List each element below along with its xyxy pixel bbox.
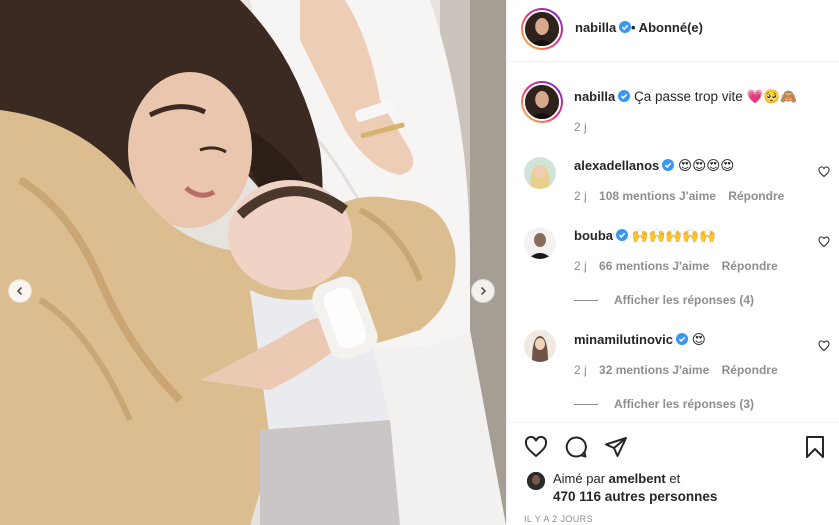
comment-avatar-alexadellanos[interactable] (524, 157, 556, 189)
comment-likes[interactable]: 32 mentions J'aime (599, 363, 709, 377)
bookmark-icon (806, 436, 824, 458)
liked-by-user[interactable]: amelbent (609, 471, 666, 486)
liked-by-prefix: Aimé par (553, 471, 606, 486)
comment-meta: 2 j 108 mentions J'aime Répondre (574, 189, 793, 203)
comment-username[interactable]: bouba (574, 228, 613, 243)
comment-meta: 2 j 66 mentions J'aime Répondre (574, 259, 787, 273)
comment-avatar-bouba[interactable] (524, 227, 556, 259)
post-actions: Aimé par amelbent et 470 116 autres pers… (507, 422, 839, 525)
comment-username[interactable]: alexadellanos (574, 158, 659, 173)
reply-button[interactable]: Répondre (728, 189, 784, 203)
comment-minamilutinovic: minamilutinovic 😍 (574, 332, 706, 348)
replies-divider (574, 404, 598, 406)
comment-alexadellanos: alexadellanos 😍😍😍😍 (574, 158, 734, 174)
post-side-panel: nabilla • Abonné(e) nabilla Ça passe tro… (506, 0, 839, 525)
comment-time[interactable]: 2 j (574, 189, 587, 203)
comment-like-heart-icon[interactable] (818, 340, 830, 352)
comment-button[interactable] (564, 435, 588, 459)
comment-likes[interactable]: 108 mentions J'aime (599, 189, 716, 203)
chevron-left-icon (16, 286, 23, 296)
comment-time[interactable]: 2 j (574, 259, 587, 273)
like-button[interactable] (524, 435, 548, 459)
comment-bouba: bouba 🙌🙌🙌🙌🙌 (574, 228, 716, 244)
share-button[interactable] (604, 435, 628, 459)
caption: nabilla Ça passe trop vite 💗🥺🙈 (574, 89, 797, 105)
follow-status[interactable]: • Abonné(e) (631, 20, 703, 35)
save-button[interactable] (803, 435, 827, 459)
comment-text: 🙌🙌🙌🙌🙌 (631, 228, 716, 244)
reply-button[interactable]: Répondre (722, 259, 778, 273)
comment-like-heart-icon[interactable] (818, 236, 830, 248)
caption-time[interactable]: 2 j (574, 120, 587, 134)
author-username-row: nabilla (575, 20, 632, 35)
comment-username[interactable]: minamilutinovic (574, 332, 673, 347)
view-replies-button[interactable]: Afficher les réponses (3) (574, 397, 754, 411)
post-timestamp[interactable]: IL Y A 2 JOURS (524, 514, 593, 524)
chevron-right-icon (480, 286, 487, 296)
reply-button[interactable]: Répondre (722, 363, 778, 377)
liker-avatar[interactable] (527, 472, 545, 490)
comment-icon (565, 436, 587, 458)
verified-badge-icon (619, 21, 632, 33)
comment-text: 😍 (691, 332, 706, 348)
heart-icon (524, 435, 548, 458)
comment-likes[interactable]: 66 mentions J'aime (599, 259, 709, 273)
carousel-prev-button[interactable] (8, 279, 32, 303)
liked-by-connector: et (669, 471, 681, 486)
verified-badge-icon (675, 333, 688, 345)
comment-like-heart-icon[interactable] (818, 166, 830, 178)
likes-count[interactable]: 470 116 autres personnes (553, 489, 717, 504)
comment-meta: 2 j 32 mentions J'aime Répondre (574, 363, 787, 377)
caption-emojis: 💗🥺🙈 (746, 89, 797, 105)
caption-avatar[interactable] (521, 81, 563, 123)
author-avatar[interactable] (521, 8, 563, 50)
caption-text: Ça passe trop vite (633, 89, 743, 104)
caption-username[interactable]: nabilla (574, 89, 615, 104)
view-replies-button[interactable]: Afficher les réponses (4) (574, 293, 754, 307)
comment-text: 😍😍😍😍 (678, 158, 735, 174)
verified-badge-icon (616, 229, 628, 241)
verified-badge-icon (618, 90, 631, 102)
view-replies-label: Afficher les réponses (3) (614, 397, 755, 411)
view-replies-label: Afficher les réponses (4) (614, 293, 755, 307)
post-header: nabilla • Abonné(e) (507, 0, 839, 62)
replies-divider (574, 300, 598, 302)
photo-image (0, 0, 506, 525)
verified-badge-icon (662, 159, 675, 171)
liked-by: Aimé par amelbent et (553, 471, 680, 486)
post-photo[interactable] (0, 0, 506, 525)
comment-avatar-minamilutinovic[interactable] (524, 330, 556, 362)
carousel-next-button[interactable] (471, 279, 495, 303)
author-username[interactable]: nabilla (575, 20, 616, 35)
comment-time[interactable]: 2 j (574, 363, 587, 377)
paper-plane-icon (605, 437, 627, 457)
